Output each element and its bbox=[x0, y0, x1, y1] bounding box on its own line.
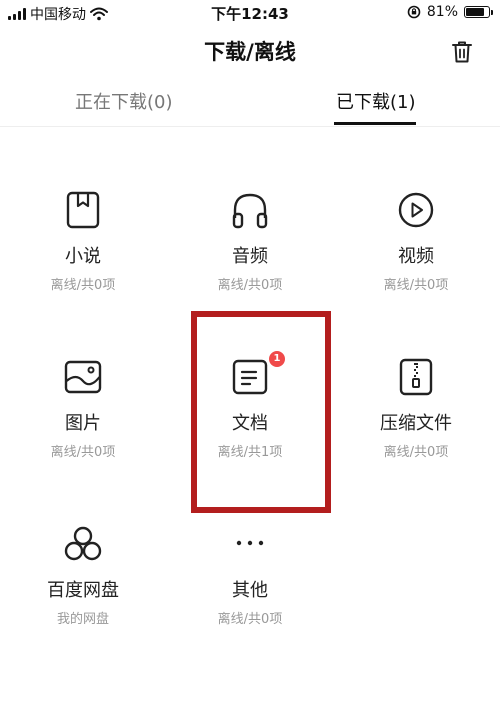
header: 下载/离线 bbox=[0, 28, 500, 74]
category-other[interactable]: 其他 离线/共0项 bbox=[167, 524, 333, 674]
category-label: 压缩文件 bbox=[380, 413, 452, 434]
tab-downloading[interactable]: 正在下载(0) bbox=[75, 88, 173, 114]
play-circle-icon bbox=[398, 192, 434, 228]
delete-button[interactable] bbox=[448, 38, 476, 66]
category-label: 文档 bbox=[232, 413, 268, 434]
category-label: 音频 bbox=[232, 246, 268, 267]
category-label: 百度网盘 bbox=[47, 580, 119, 601]
category-sub: 离线/共1项 bbox=[217, 445, 283, 460]
category-image[interactable]: 图片 离线/共0项 bbox=[0, 357, 166, 507]
status-bar: 中国移动 下午12:43 81% bbox=[0, 0, 500, 26]
trash-icon bbox=[452, 41, 472, 63]
category-sub: 离线/共0项 bbox=[50, 278, 116, 293]
notification-badge: 1 bbox=[269, 351, 285, 367]
category-sub: 离线/共0项 bbox=[217, 612, 283, 627]
category-label: 视频 bbox=[398, 246, 434, 267]
category-sub: 离线/共0项 bbox=[383, 445, 449, 460]
category-archive[interactable]: 压缩文件 离线/共0项 bbox=[333, 357, 499, 507]
active-tab-indicator bbox=[334, 122, 416, 125]
category-novel[interactable]: 小说 离线/共0项 bbox=[0, 190, 166, 340]
category-sub: 离线/共0项 bbox=[50, 445, 116, 460]
image-icon bbox=[64, 360, 102, 394]
orientation-lock-icon bbox=[407, 5, 421, 19]
category-label: 其他 bbox=[232, 580, 268, 601]
tab-bar: 正在下载(0) 已下载(1) bbox=[0, 80, 500, 127]
battery-fill bbox=[466, 8, 484, 16]
category-label: 图片 bbox=[65, 413, 101, 434]
category-baidu-netdisk[interactable]: 百度网盘 我的网盘 bbox=[0, 524, 166, 674]
book-icon bbox=[66, 191, 100, 229]
battery-icon bbox=[464, 6, 493, 18]
status-right: 81% bbox=[407, 4, 493, 20]
category-sub: 离线/共0项 bbox=[383, 278, 449, 293]
battery-percent: 81% bbox=[426, 4, 458, 20]
category-sub: 我的网盘 bbox=[56, 612, 109, 627]
cloud-disk-icon bbox=[64, 526, 102, 561]
category-sub: 离线/共0项 bbox=[217, 278, 283, 293]
category-video[interactable]: 视频 离线/共0项 bbox=[333, 190, 499, 340]
document-icon bbox=[232, 359, 268, 395]
category-audio[interactable]: 音频 离线/共0项 bbox=[167, 190, 333, 340]
more-icon bbox=[236, 540, 264, 546]
category-document[interactable]: 1 文档 离线/共1项 bbox=[167, 351, 333, 507]
category-label: 小说 bbox=[65, 246, 101, 267]
tab-downloaded[interactable]: 已下载(1) bbox=[336, 88, 416, 114]
headphones-icon bbox=[232, 193, 268, 229]
zip-file-icon bbox=[399, 358, 433, 396]
page-title: 下载/离线 bbox=[204, 40, 296, 64]
